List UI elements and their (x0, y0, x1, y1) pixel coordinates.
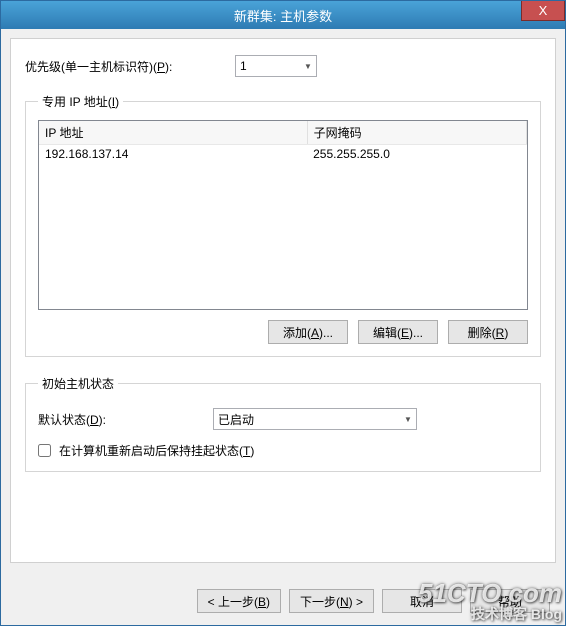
default-state-combo[interactable]: 已启动 ▼ (213, 408, 417, 430)
priority-row: 优先级(单一主机标识符)(P): 1 ▼ (25, 55, 541, 77)
ip-table-container[interactable]: IP 地址 子网掩码 192.168.137.14 255.255.255.0 (38, 120, 528, 310)
col-mask[interactable]: 子网掩码 (307, 121, 526, 145)
col-ip[interactable]: IP 地址 (39, 121, 307, 145)
window-title: 新群集: 主机参数 (1, 6, 565, 25)
priority-combo[interactable]: 1 ▼ (235, 55, 317, 77)
edit-button[interactable]: 编辑(E)... (358, 320, 438, 344)
add-button[interactable]: 添加(A)... (268, 320, 348, 344)
content-panel: 优先级(单一主机标识符)(P): 1 ▼ 专用 IP 地址(I) IP 地址 (10, 38, 556, 563)
cell-mask: 255.255.255.0 (307, 145, 526, 164)
state-group: 初始主机状态 默认状态(D): 已启动 ▼ 在计算机重新启动后保持挂起状态(T) (25, 375, 541, 472)
chevron-down-icon: ▼ (400, 409, 416, 429)
ip-button-row: 添加(A)... 编辑(E)... 删除(R) (38, 320, 528, 344)
help-button[interactable]: 帮助 (470, 589, 550, 613)
priority-label: 优先级(单一主机标识符)(P): (25, 58, 235, 75)
cell-ip: 192.168.137.14 (39, 145, 307, 164)
default-state-row: 默认状态(D): 已启动 ▼ (38, 408, 528, 430)
wizard-nav: < 上一步(B) 下一步(N) > 取消 帮助 (10, 589, 556, 613)
close-icon: X (539, 4, 548, 17)
titlebar: 新群集: 主机参数 X (1, 1, 565, 29)
default-state-value: 已启动 (218, 411, 400, 428)
default-state-label: 默认状态(D): (38, 411, 213, 428)
ip-group: 专用 IP 地址(I) IP 地址 子网掩码 192.168.137.14 (25, 93, 541, 357)
cancel-button[interactable]: 取消 (382, 589, 462, 613)
ip-group-legend: 专用 IP 地址(I) (38, 93, 123, 110)
retain-label: 在计算机重新启动后保持挂起状态(T) (59, 442, 254, 459)
state-group-legend: 初始主机状态 (38, 375, 118, 392)
remove-button[interactable]: 删除(R) (448, 320, 528, 344)
next-button[interactable]: 下一步(N) > (289, 589, 374, 613)
dialog-window: 新群集: 主机参数 X 优先级(单一主机标识符)(P): 1 ▼ 专用 IP 地… (0, 0, 566, 626)
table-row[interactable]: 192.168.137.14 255.255.255.0 (39, 145, 527, 164)
priority-value: 1 (240, 59, 300, 73)
chevron-down-icon: ▼ (300, 56, 316, 76)
back-button[interactable]: < 上一步(B) (197, 589, 281, 613)
table-header-row: IP 地址 子网掩码 (39, 121, 527, 145)
retain-check-row: 在计算机重新启动后保持挂起状态(T) (38, 442, 528, 459)
ip-table: IP 地址 子网掩码 192.168.137.14 255.255.255.0 (39, 121, 527, 163)
retain-checkbox[interactable] (38, 444, 51, 457)
close-button[interactable]: X (521, 1, 565, 21)
